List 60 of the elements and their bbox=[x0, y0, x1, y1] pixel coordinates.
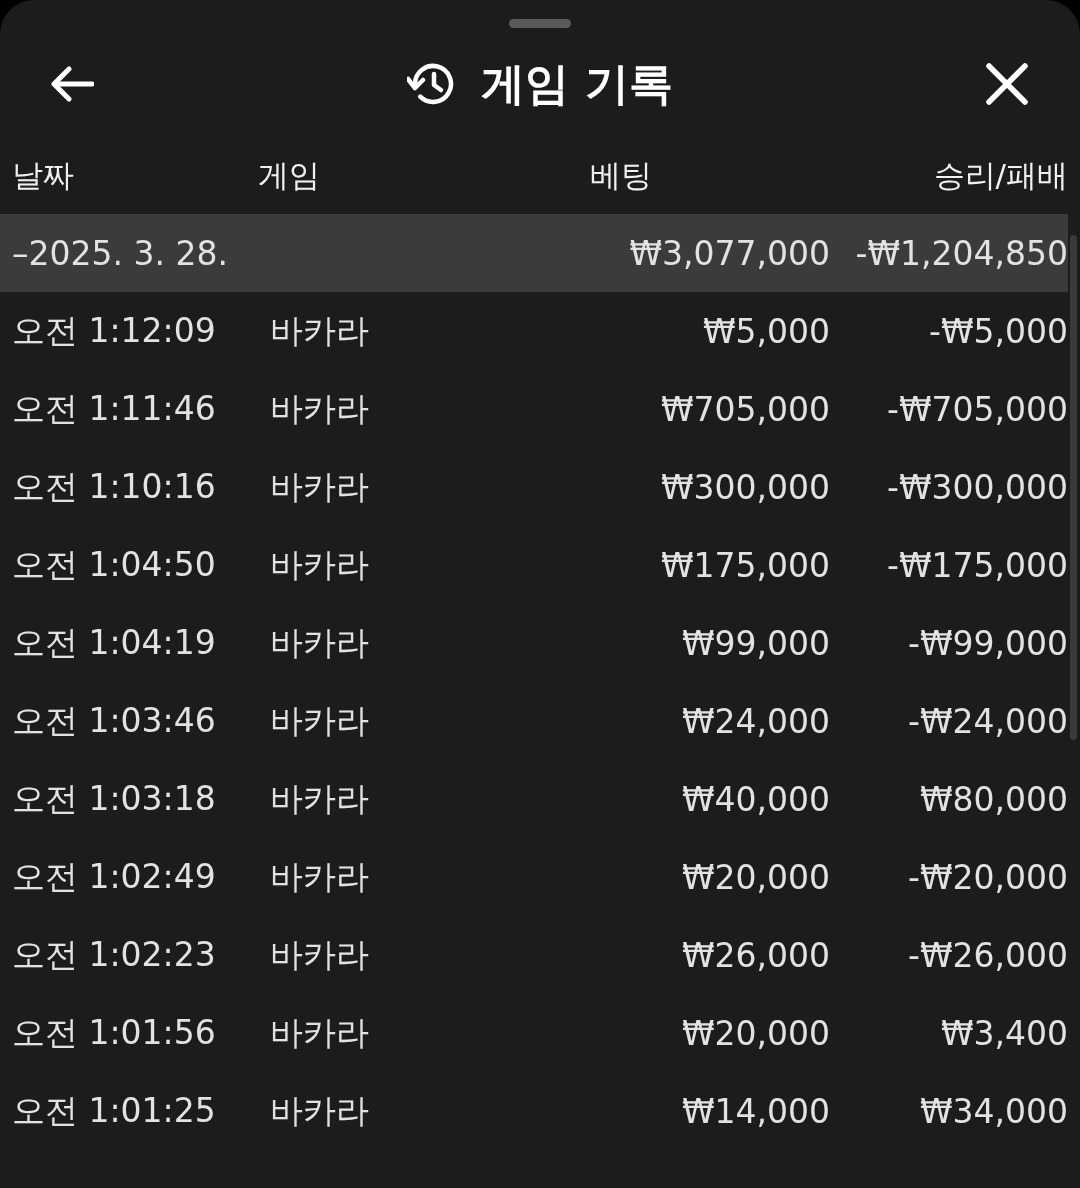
result-cell-text: -₩705,000 bbox=[886, 389, 1068, 429]
bet-cell-text: ₩99,000 bbox=[680, 623, 830, 663]
time-cell-text: 오전 1:10:16 bbox=[12, 465, 217, 508]
column-header: 베팅 bbox=[589, 156, 653, 195]
bet-cell-text: ₩20,000 bbox=[680, 857, 830, 897]
bet-cell-text: ₩14,000 bbox=[680, 1091, 830, 1131]
column-header: 승리/패배 bbox=[932, 156, 1068, 195]
result-cell-text: -₩5,000 bbox=[928, 311, 1068, 351]
close-button[interactable] bbox=[986, 63, 1028, 105]
bet-cell-text: ₩705,000 bbox=[659, 389, 830, 429]
result-cell-text: ₩3,400 bbox=[939, 1013, 1068, 1053]
bet-cell-text: ₩5,000 bbox=[701, 311, 830, 351]
time-cell-text: 오전 1:01:56 bbox=[12, 1011, 217, 1054]
bet-cell-text: ₩300,000 bbox=[659, 467, 830, 507]
result-cell-text: -₩24,000 bbox=[907, 701, 1068, 741]
game-cell-text: 바카라 bbox=[269, 387, 370, 430]
game-cell-text: 바카라 bbox=[269, 699, 370, 742]
game-cell-text: 바카라 bbox=[269, 1089, 370, 1132]
time-cell-text: 오전 1:12:09 bbox=[12, 309, 217, 352]
time-cell-text: 오전 1:02:23 bbox=[12, 933, 217, 976]
game-cell-text: 바카라 bbox=[269, 465, 370, 508]
game-cell-text: 바카라 bbox=[269, 1011, 370, 1054]
bet-cell-text: ₩175,000 bbox=[659, 545, 830, 585]
result-cell-text: ₩34,000 bbox=[918, 1091, 1068, 1131]
result-cell-text: -₩20,000 bbox=[907, 857, 1068, 897]
result-cell-text: -₩175,000 bbox=[886, 545, 1068, 585]
column-header: 날짜 bbox=[12, 156, 75, 195]
scrollbar[interactable] bbox=[1070, 235, 1077, 740]
bet-cell-text: ₩20,000 bbox=[680, 1013, 830, 1053]
bet-cell-text: ₩40,000 bbox=[680, 779, 830, 819]
result-cell-text: -₩300,000 bbox=[886, 467, 1068, 507]
time-cell-text: 오전 1:04:50 bbox=[12, 543, 217, 586]
time-cell-text: 오전 1:03:18 bbox=[12, 777, 217, 820]
game-cell-text: 바카라 bbox=[269, 621, 370, 664]
result-cell-text: -₩26,000 bbox=[907, 935, 1068, 975]
result-cell-text: ₩80,000 bbox=[918, 779, 1068, 819]
back-arrow-icon bbox=[50, 66, 94, 102]
group-result-total: -₩1,204,850 bbox=[854, 233, 1068, 273]
game-cell-text: 바카라 bbox=[269, 855, 370, 898]
game-cell-text: 바카라 bbox=[269, 309, 370, 352]
bet-cell-text: ₩24,000 bbox=[680, 701, 830, 741]
window-title: 게임 기록 bbox=[481, 56, 673, 111]
game-cell-text: 바카라 bbox=[269, 933, 370, 976]
history-icon bbox=[407, 62, 456, 106]
column-header: 게임 bbox=[258, 156, 321, 195]
time-cell-text: 오전 1:11:46 bbox=[12, 387, 217, 430]
game-cell-text: 바카라 bbox=[269, 543, 370, 586]
time-cell-text: 오전 1:04:19 bbox=[12, 621, 217, 664]
time-cell-text: 오전 1:01:25 bbox=[12, 1089, 217, 1132]
game-cell-text: 바카라 bbox=[269, 777, 370, 820]
drag-handle[interactable] bbox=[509, 19, 571, 28]
group-date: –2025. 3. 28. bbox=[12, 233, 229, 273]
result-cell-text: -₩99,000 bbox=[907, 623, 1068, 663]
time-cell-text: 오전 1:02:49 bbox=[12, 855, 217, 898]
close-icon bbox=[986, 63, 1028, 105]
group-bet-total: ₩3,077,000 bbox=[628, 233, 830, 273]
time-cell-text: 오전 1:03:46 bbox=[12, 699, 217, 742]
bet-cell-text: ₩26,000 bbox=[680, 935, 830, 975]
back-button[interactable] bbox=[50, 66, 94, 102]
date-group-row[interactable]: –2025. 3. 28. ₩3,077,000 -₩1,204,850 bbox=[0, 214, 1068, 292]
